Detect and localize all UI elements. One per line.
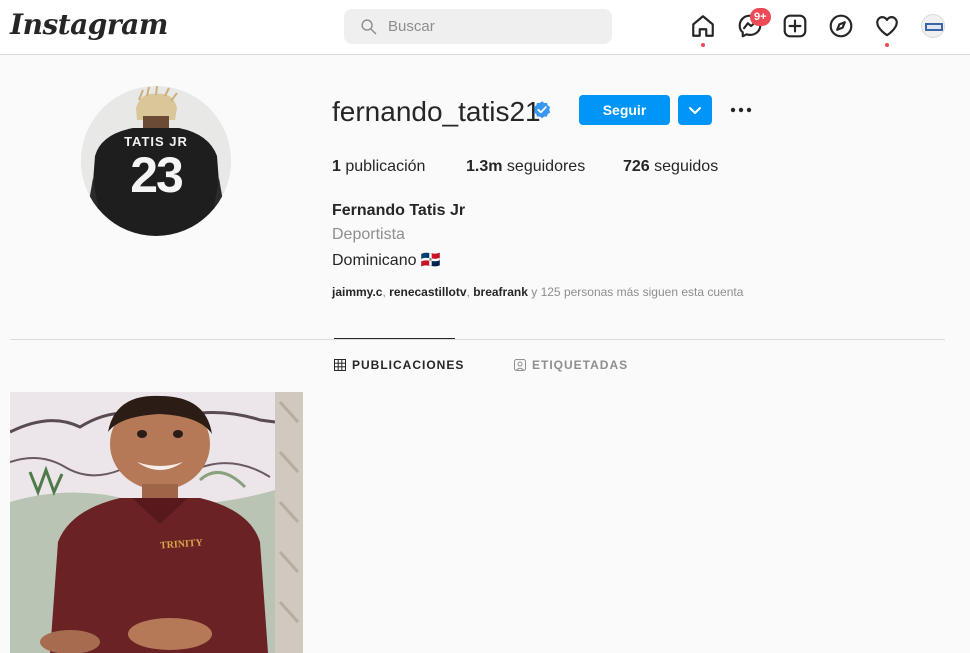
posts-stat: 1 publicación [332, 158, 425, 176]
profile-picture[interactable]: TATIS JR 23 [81, 86, 231, 236]
jersey-number: 23 [130, 147, 184, 203]
avatar-image [922, 15, 944, 37]
activity-heart-icon[interactable] [874, 13, 900, 39]
profile-category: Deportista [332, 226, 405, 243]
search-input[interactable] [388, 9, 598, 44]
home-icon[interactable] [690, 13, 716, 39]
home-active-dot [701, 43, 705, 47]
follower-name[interactable]: jaimmy.c [332, 285, 382, 299]
grid-icon [334, 359, 346, 371]
tabs-divider [10, 339, 945, 340]
post-thumbnail[interactable]: TRINITY [10, 392, 303, 653]
tagged-icon [514, 359, 526, 371]
messages-badge: 9+ [750, 8, 771, 26]
profile-bio: Dominicano 🇩🇴 [332, 252, 441, 269]
following-label: seguidos [654, 158, 719, 175]
posts-count: 1 [332, 158, 341, 175]
search-icon [361, 19, 377, 35]
tab-posts[interactable]: PUBLICACIONES [334, 358, 464, 372]
instagram-logo[interactable]: Instagram [10, 8, 168, 41]
post-photo [10, 392, 303, 653]
followers-count: 1.3m [466, 158, 503, 175]
new-post-icon[interactable] [782, 13, 808, 39]
chevron-down-icon [689, 107, 701, 114]
followers-label: seguidores [506, 158, 586, 175]
profile-full-name: Fernando Tatis Jr [332, 202, 466, 219]
tab-posts-label: PUBLICACIONES [352, 358, 465, 372]
profile-username: fernando_tatis21 [332, 96, 541, 127]
user-avatar[interactable] [921, 14, 945, 38]
following-count: 726 [623, 158, 650, 175]
search-box[interactable] [344, 9, 612, 44]
active-tab-indicator [334, 338, 455, 339]
tab-tagged[interactable]: ETIQUETADAS [514, 358, 628, 372]
follower-name[interactable]: renecastillotv [389, 285, 466, 299]
top-navbar: Instagram 9+ [0, 0, 970, 55]
follow-button[interactable]: Seguir [579, 95, 670, 125]
more-options-icon[interactable] [726, 100, 756, 120]
follower-name[interactable]: breafrank [473, 285, 528, 299]
explore-icon[interactable] [828, 13, 854, 39]
followed-by-text[interactable]: jaimmy.c, renecastillotv, breafrank y 12… [332, 285, 743, 299]
tab-tagged-label: ETIQUETADAS [532, 358, 629, 372]
posts-label: publicación [345, 158, 426, 175]
followed-by-suffix: y 125 personas más siguen esta cuenta [531, 285, 744, 299]
verified-badge-icon [533, 101, 551, 119]
activity-dot [885, 43, 889, 47]
following-stat[interactable]: 726 seguidos [623, 158, 718, 176]
followers-stat[interactable]: 1.3m seguidores [466, 158, 585, 176]
suggested-accounts-button[interactable] [678, 95, 712, 125]
